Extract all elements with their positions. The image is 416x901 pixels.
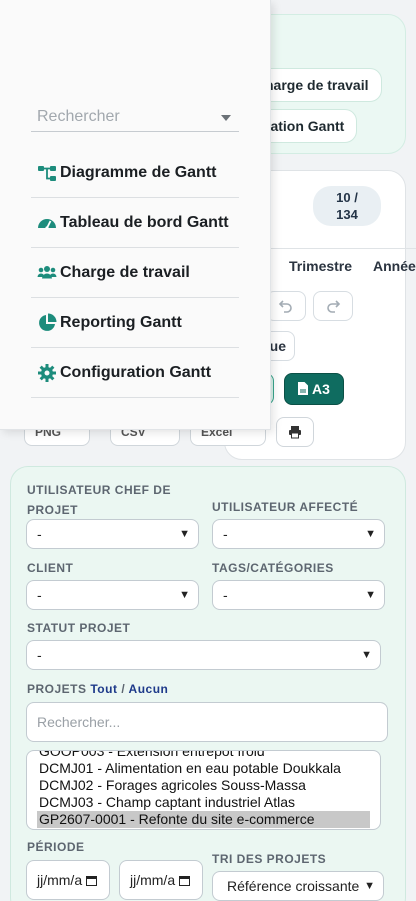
menu-item-charge-de-travail[interactable]: Charge de travail (31, 248, 239, 298)
link-separator: / (121, 682, 126, 696)
dropdown-search-placeholder: Rechercher (37, 108, 120, 125)
client-value: - (37, 587, 42, 603)
printer-icon (289, 426, 301, 439)
workload-link-button[interactable]: harge de travail (252, 68, 382, 102)
affecte-label: UTILISATEUR AFFECTÉ (212, 500, 359, 514)
menu-item-tableau-de-bord[interactable]: Tableau de bord Gantt (31, 198, 239, 248)
projects-listbox[interactable]: GOOP003 - Extension entrepot froid DCMJ0… (26, 750, 381, 830)
pdf-file-icon (298, 382, 309, 395)
tags-select[interactable]: - ▼ (212, 580, 385, 610)
calendar-icon (86, 876, 98, 886)
partial-option-label: ue (269, 338, 286, 354)
pie-chart-icon (39, 313, 57, 331)
sitemap-icon (38, 165, 56, 181)
list-item-selected[interactable]: GP2607-0001 - Refonte du site e-commerce (37, 811, 370, 828)
menu-item-configuration[interactable]: Configuration Gantt (31, 348, 239, 398)
date-start-input[interactable]: jj/mm/a (26, 860, 110, 900)
affecte-value: - (223, 526, 228, 542)
chevron-down-icon: ▼ (364, 880, 375, 892)
select-none-link[interactable]: Aucun (129, 682, 169, 696)
projets-label: PROJETS (27, 682, 87, 696)
calendar-icon (179, 876, 191, 886)
menu-item-label: Diagramme de Gantt (60, 163, 217, 181)
chevron-down-icon: ▼ (179, 528, 190, 540)
menu-item-label: Configuration Gantt (60, 363, 212, 381)
counter-line1: 10 / (336, 190, 358, 205)
caret-down-icon (221, 115, 231, 121)
tab-annee[interactable]: Année (373, 258, 416, 274)
workload-link-label: harge de travail (265, 77, 369, 93)
date-end-input[interactable]: jj/mm/a (119, 860, 203, 900)
search-placeholder: Rechercher... (37, 714, 121, 730)
menu-item-label: Reporting Gantt (60, 313, 182, 331)
tri-value: Référence croissante (227, 878, 360, 894)
chef-value: - (37, 526, 42, 542)
undo-button[interactable] (266, 291, 306, 321)
chef-select[interactable]: - ▼ (26, 519, 199, 549)
tags-value: - (223, 587, 228, 603)
menu-item-diagramme[interactable]: Diagramme de Gantt (31, 148, 239, 198)
tri-select[interactable]: Référence croissante ▼ (212, 871, 384, 901)
config-link-label: ration Gantt (265, 118, 345, 134)
select-all-link[interactable]: Tout (90, 682, 117, 696)
date-end-value: jj/mm/a (130, 872, 176, 888)
dropdown-search-input[interactable]: Rechercher (31, 104, 239, 132)
menu-item-label: Charge de travail (60, 263, 190, 281)
print-button[interactable] (276, 417, 314, 447)
gear-icon (38, 363, 56, 382)
undo-icon (278, 300, 292, 313)
tri-label: TRI DES PROJETS (212, 852, 327, 866)
chef-label: UTILISATEUR CHEF DE PROJET (27, 483, 171, 517)
chevron-down-icon: ▼ (179, 589, 190, 601)
redo-button[interactable] (313, 291, 353, 321)
gauge-icon (38, 218, 56, 230)
menu-item-label: Tableau de bord Gantt (60, 213, 229, 231)
periode-label: PÉRIODE (27, 840, 85, 854)
gantt-nav-dropdown: Rechercher Diagramme de Gantt Tableau de… (0, 0, 271, 430)
affecte-select[interactable]: - ▼ (212, 519, 385, 549)
chevron-down-icon: ▼ (361, 649, 372, 661)
tab-trimestre[interactable]: Trimestre (289, 258, 352, 274)
statut-label: STATUT PROJET (27, 621, 131, 635)
a3-format-button[interactable]: A3 (284, 373, 344, 405)
menu-item-reporting[interactable]: Reporting Gantt (31, 298, 239, 348)
counter-line2: 134 (336, 207, 358, 222)
list-item[interactable]: DCMJ01 - Alimentation en eau potable Dou… (27, 760, 380, 777)
chevron-down-icon: ▼ (365, 528, 376, 540)
statut-value: - (37, 647, 42, 663)
client-select[interactable]: - ▼ (26, 580, 199, 610)
a3-label: A3 (312, 381, 330, 397)
list-item[interactable]: DCMJ03 - Champ captant industriel Atlas (27, 794, 380, 811)
chevron-down-icon: ▼ (365, 589, 376, 601)
list-item[interactable]: GOOP003 - Extension entrepot froid (27, 751, 380, 760)
statut-select[interactable]: - ▼ (26, 640, 381, 670)
projets-label-row: PROJETS Tout / Aucun (27, 679, 168, 699)
date-start-value: jj/mm/a (37, 872, 83, 888)
redo-icon (327, 300, 341, 313)
task-counter-badge: 10 / 134 (313, 186, 381, 226)
list-item[interactable]: DCMJ02 - Forages agricoles Souss-Massa (27, 777, 380, 794)
projects-search-input[interactable]: Rechercher... (26, 702, 388, 742)
tags-label: TAGS/CATÉGORIES (212, 561, 334, 575)
users-icon (37, 265, 57, 278)
client-label: CLIENT (27, 561, 74, 575)
